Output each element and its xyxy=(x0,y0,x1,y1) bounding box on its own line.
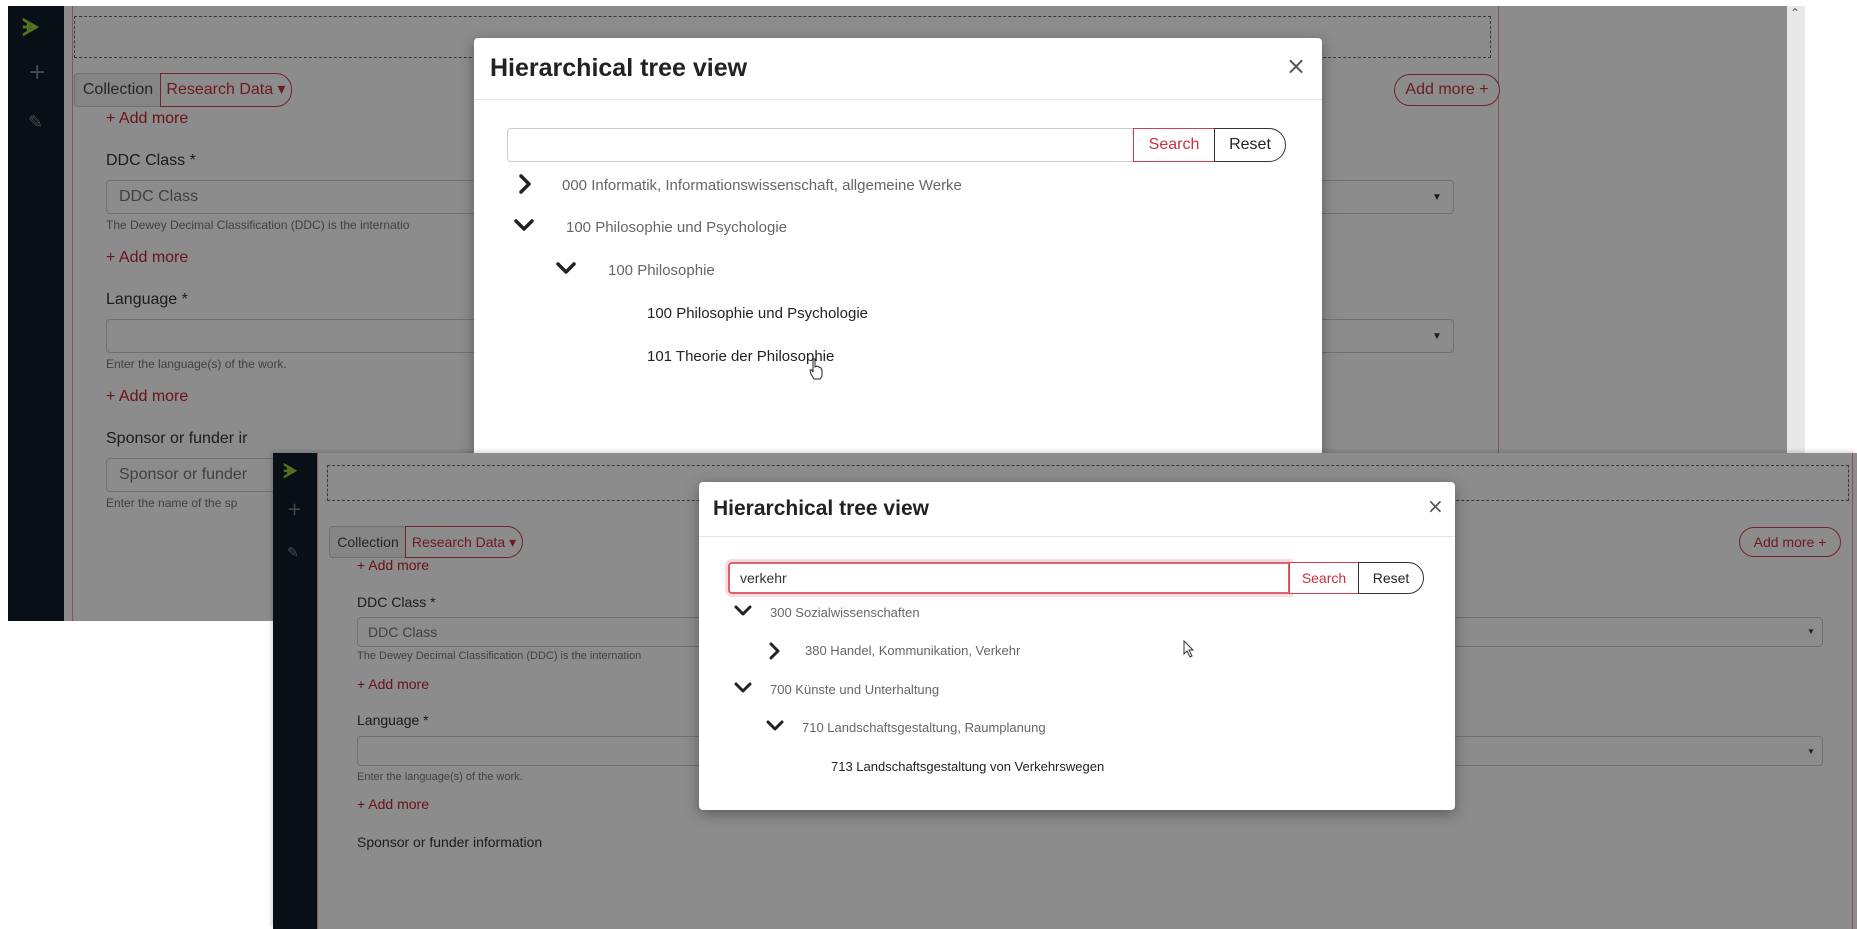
tree-search-input[interactable] xyxy=(728,562,1290,594)
hand-cursor-icon xyxy=(809,358,823,380)
modal-divider xyxy=(699,536,1455,537)
chevron-right-icon[interactable] xyxy=(518,174,532,194)
arrow-cursor-icon xyxy=(1183,640,1195,658)
search-button[interactable]: Search xyxy=(1133,128,1215,162)
tree-leaf-item[interactable]: 101 Theorie der Philosophie xyxy=(647,348,834,365)
chevron-down-icon[interactable] xyxy=(734,682,752,694)
tree-view-modal: Hierarchical tree view × Search Reset 30… xyxy=(699,482,1455,810)
tree-item[interactable]: 710 Landschaftsgestaltung, Raumplanung xyxy=(802,720,1046,735)
chevron-down-icon[interactable] xyxy=(514,218,534,232)
tree-leaf-item[interactable]: 713 Landschaftsgestaltung von Verkehrswe… xyxy=(831,759,1104,774)
reset-button[interactable]: Reset xyxy=(1214,128,1286,162)
chevron-down-icon[interactable] xyxy=(556,261,576,275)
reset-button[interactable]: Reset xyxy=(1358,562,1424,594)
screenshot-2: ᗘ + ✎ Collection Research Data ▾ Add mor… xyxy=(273,453,1857,929)
tree-item[interactable]: 380 Handel, Kommunikation, Verkehr xyxy=(805,643,1020,658)
modal-divider xyxy=(474,99,1322,100)
scroll-up-icon[interactable]: ⌃ xyxy=(1790,6,1800,20)
chevron-down-icon[interactable] xyxy=(766,720,784,732)
chevron-right-icon[interactable] xyxy=(769,642,781,660)
tree-item[interactable]: 000 Informatik, Informationswissenschaft… xyxy=(562,177,962,194)
close-icon[interactable]: × xyxy=(1427,494,1444,518)
modal-title: Hierarchical tree view xyxy=(713,497,929,520)
search-button[interactable]: Search xyxy=(1289,562,1359,594)
close-icon[interactable]: × xyxy=(1286,52,1306,80)
tree-leaf-item[interactable]: 100 Philosophie und Psychologie xyxy=(647,305,868,322)
tree-item[interactable]: 300 Sozialwissenschaften xyxy=(770,605,920,620)
tree-search-input[interactable] xyxy=(507,128,1134,162)
modal-title: Hierarchical tree view xyxy=(490,54,748,82)
tree-item[interactable]: 100 Philosophie xyxy=(608,262,715,279)
tree-item[interactable]: 700 Künste und Unterhaltung xyxy=(770,682,939,697)
chevron-down-icon[interactable] xyxy=(734,605,752,617)
tree-item[interactable]: 100 Philosophie und Psychologie xyxy=(566,219,787,236)
